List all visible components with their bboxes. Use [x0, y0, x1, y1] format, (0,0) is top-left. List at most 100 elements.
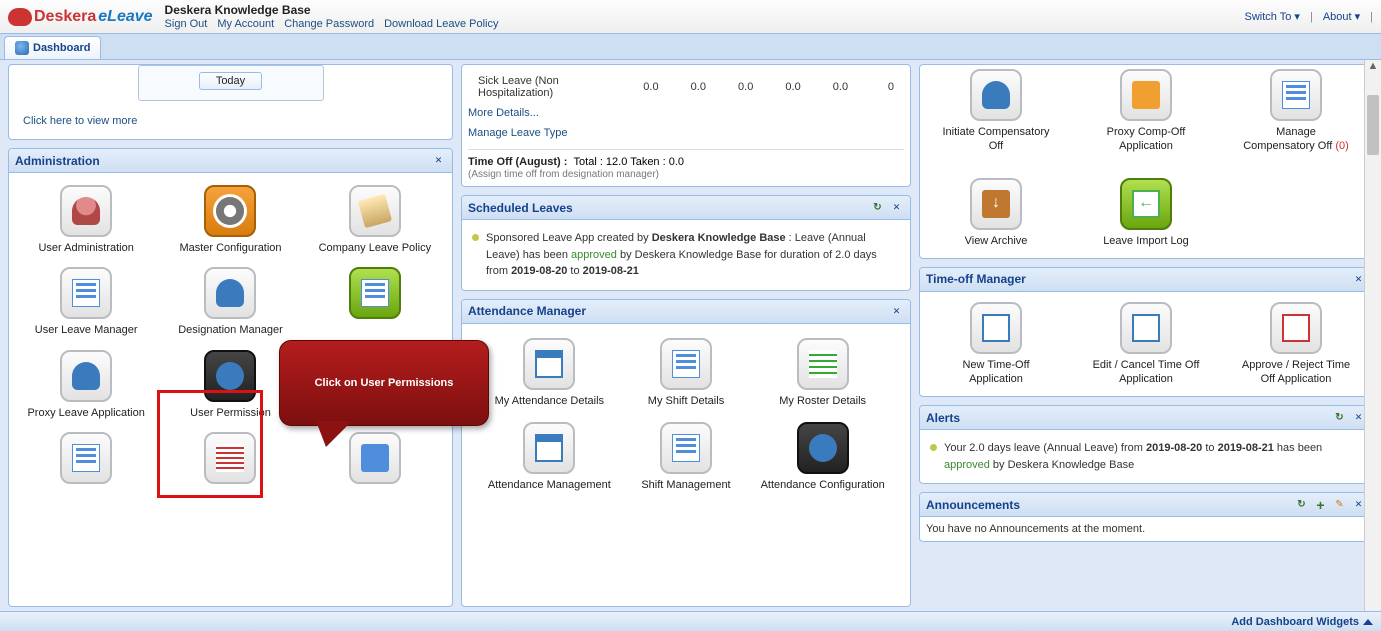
tab-dashboard[interactable]: Dashboard: [4, 36, 101, 59]
panel-title: Administration: [15, 154, 100, 168]
separator: |: [1310, 11, 1313, 23]
app-header: Deskera eLeave Deskera Knowledge Base Si…: [0, 0, 1381, 34]
approve-reject-icon: [1282, 314, 1310, 342]
leave-import-log-button[interactable]: Leave Import Log: [1091, 178, 1201, 248]
user-leave-manager-button[interactable]: User Leave Manager: [19, 267, 153, 337]
shift-icon: [672, 350, 700, 378]
alert-item: Your 2.0 days leave (Annual Leave) from …: [926, 436, 1366, 477]
list-icon: [72, 444, 100, 472]
panel-header: Administration: [9, 149, 452, 173]
middle-column: Sick Leave (Non Hospitalization) 0.0 0.0…: [461, 64, 911, 607]
gear-icon: [809, 434, 837, 462]
calendar-icon: [535, 350, 563, 378]
kb-title: Deskera Knowledge Base: [165, 3, 499, 17]
close-icon[interactable]: [431, 153, 446, 168]
new-timeoff-button[interactable]: New Time-Off Application: [941, 302, 1051, 387]
leave-table: Sick Leave (Non Hospitalization) 0.0 0.0…: [468, 71, 904, 103]
gear-icon: [216, 197, 244, 225]
person-up-icon: [72, 362, 100, 390]
panel-title: Alerts: [926, 411, 960, 425]
leave-row-label: Sick Leave (Non Hospitalization): [470, 73, 619, 101]
logo-cloud-icon: [8, 8, 32, 26]
my-shift-details-button[interactable]: My Shift Details: [623, 338, 750, 408]
tutorial-callout: Click on User Permissions: [279, 340, 489, 426]
leave-summary-panel: Sick Leave (Non Hospitalization) 0.0 0.0…: [461, 64, 911, 187]
list-icon: [361, 279, 389, 307]
scroll-up-icon[interactable]: ▲: [1365, 60, 1381, 77]
initiate-comp-off-button[interactable]: Initiate Compensatory Off: [941, 69, 1051, 154]
application-icon: [982, 314, 1010, 342]
user-administration-button[interactable]: User Administration: [19, 185, 153, 255]
admin-extra-1-button[interactable]: [19, 432, 153, 488]
my-attendance-details-button[interactable]: My Attendance Details: [486, 338, 613, 408]
shift-manage-icon: [672, 434, 700, 462]
today-button[interactable]: Today: [199, 72, 262, 90]
changepw-link[interactable]: Change Password: [284, 18, 374, 30]
today-box: Today: [138, 65, 324, 101]
panel-title: Announcements: [926, 498, 1020, 512]
view-archive-button[interactable]: View Archive: [941, 178, 1051, 248]
switch-to-link[interactable]: Switch To ▾: [1245, 10, 1300, 23]
calendar-panel: Today Click here to view more: [8, 64, 453, 140]
attendance-configuration-button[interactable]: Attendance Configuration: [759, 422, 886, 492]
alerts-panel: Alerts Your 2.0 days leave (Annual Leave…: [919, 405, 1373, 484]
manage-leave-type-link[interactable]: Manage Leave Type: [468, 123, 904, 143]
tree-icon: [361, 444, 389, 472]
edit-cancel-timeoff-button[interactable]: Edit / Cancel Time Off Application: [1091, 302, 1201, 387]
calendar-icon: [535, 434, 563, 462]
myaccount-link[interactable]: My Account: [217, 18, 274, 30]
tabbar: Dashboard: [0, 34, 1381, 60]
more-details-link[interactable]: More Details...: [468, 103, 904, 123]
panel-title: Time-off Manager: [926, 272, 1026, 286]
chevron-up-icon: [1363, 619, 1373, 625]
proxy-icon: [1132, 81, 1160, 109]
scheduled-leave-item: Sponsored Leave App created by Deskera K…: [468, 226, 904, 284]
refresh-icon[interactable]: [1332, 410, 1347, 425]
panel-title: Attendance Manager: [468, 304, 586, 318]
attendance-grid: My Attendance Details My Shift Details M…: [462, 324, 910, 507]
scheduled-leaves-panel: Scheduled Leaves Sponsored Leave App cre…: [461, 195, 911, 291]
designation-manager-button[interactable]: Designation Manager: [163, 267, 297, 337]
approve-reject-timeoff-button[interactable]: Approve / Reject Time Off Application: [1241, 302, 1351, 387]
edit-list-icon: [1282, 81, 1310, 109]
time-off-line: Time Off (August) : Total : 12.0 Taken :…: [468, 149, 904, 180]
signout-link[interactable]: Sign Out: [165, 18, 208, 30]
roster-icon: [809, 350, 837, 378]
close-icon[interactable]: [889, 200, 904, 215]
master-configuration-button[interactable]: Master Configuration: [163, 185, 297, 255]
company-leave-policy-button[interactable]: Company Leave Policy: [308, 185, 442, 255]
about-link[interactable]: About ▾: [1323, 10, 1360, 23]
tab-label: Dashboard: [33, 42, 90, 54]
header-right: Switch To ▾ | About ▾ |: [1245, 10, 1374, 23]
scroll-thumb[interactable]: [1367, 95, 1379, 155]
proxy-comp-off-button[interactable]: Proxy Comp-Off Application: [1091, 69, 1201, 154]
proxy-leave-application-button[interactable]: Proxy Leave Application: [19, 350, 153, 420]
right-column: Initiate Compensatory Off Proxy Comp-Off…: [919, 64, 1373, 607]
shift-management-button[interactable]: Shift Management: [623, 422, 750, 492]
attendance-management-button[interactable]: Attendance Management: [486, 422, 613, 492]
announcements-panel: Announcements You have no Announcements …: [919, 492, 1373, 542]
comp-off-panel: Initiate Compensatory Off Proxy Comp-Off…: [919, 64, 1373, 259]
attendance-manager-panel: Attendance Manager My Attendance Details…: [461, 299, 911, 608]
hidden-button[interactable]: [308, 267, 442, 337]
manage-comp-off-button[interactable]: Manage Compensatory Off (0): [1241, 69, 1351, 154]
archive-icon: [982, 190, 1010, 218]
content: Today Click here to view more Administra…: [0, 60, 1381, 611]
add-icon[interactable]: [1313, 497, 1328, 512]
footer: Add Dashboard Widgets: [0, 611, 1381, 631]
close-icon[interactable]: [889, 304, 904, 319]
edit-icon[interactable]: [1332, 497, 1347, 512]
user-gear-icon: [216, 362, 244, 390]
scrollbar[interactable]: ▲: [1364, 60, 1381, 611]
user-icon: [72, 197, 100, 225]
logo-text-2: eLeave: [98, 8, 152, 26]
download-policy-link[interactable]: Download Leave Policy: [384, 18, 498, 30]
my-roster-details-button[interactable]: My Roster Details: [759, 338, 886, 408]
add-widgets-link[interactable]: Add Dashboard Widgets: [1231, 616, 1373, 628]
view-more-link[interactable]: Click here to view more: [9, 109, 452, 135]
refresh-icon[interactable]: [1294, 497, 1309, 512]
kb-links: Sign Out My Account Change Password Down…: [165, 18, 499, 30]
separator: |: [1370, 11, 1373, 23]
dashboard-icon: [15, 41, 29, 55]
refresh-icon[interactable]: [870, 200, 885, 215]
